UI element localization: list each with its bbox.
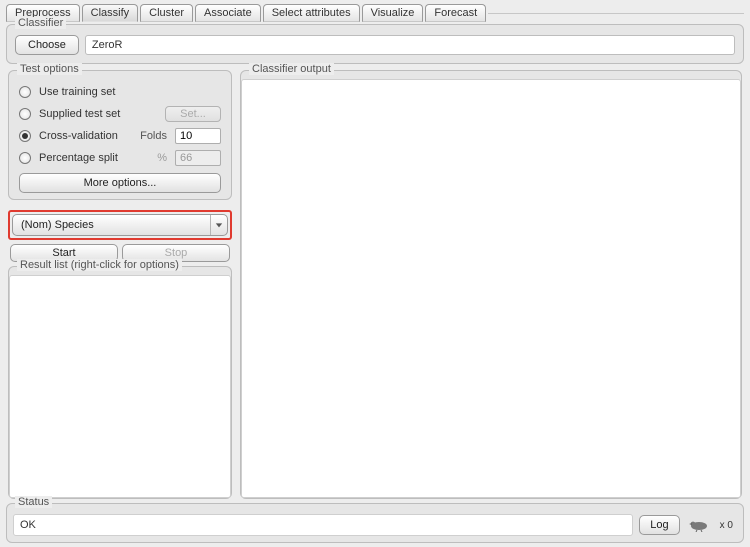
left-column: Test options Use training set Supplied t… bbox=[4, 68, 236, 503]
log-button[interactable]: Log bbox=[639, 515, 679, 535]
weka-bird-icon bbox=[686, 517, 714, 533]
label-use-training: Use training set bbox=[39, 86, 115, 98]
percent-symbol: % bbox=[157, 152, 167, 164]
label-percentage-split: Percentage split bbox=[39, 152, 118, 164]
classifier-section: Classifier Choose ZeroR bbox=[6, 24, 744, 64]
option-use-training-set[interactable]: Use training set bbox=[17, 81, 223, 103]
activity-count: x 0 bbox=[720, 520, 737, 531]
percent-input[interactable] bbox=[175, 150, 221, 166]
label-supplied-test: Supplied test set bbox=[39, 108, 120, 120]
tab-classify[interactable]: Classify bbox=[82, 4, 139, 22]
result-list-label: Result list (right-click for options) bbox=[17, 259, 182, 271]
right-column: Classifier output bbox=[238, 68, 746, 503]
classifier-output-section: Classifier output bbox=[240, 70, 742, 499]
classifier-output-area[interactable] bbox=[241, 79, 741, 498]
radio-supplied-test[interactable] bbox=[19, 108, 31, 120]
option-cross-validation[interactable]: Cross-validation Folds bbox=[17, 125, 223, 147]
folds-label: Folds bbox=[140, 130, 167, 142]
status-text-field: OK bbox=[13, 514, 633, 536]
set-test-file-button[interactable]: Set... bbox=[165, 106, 221, 122]
choose-classifier-button[interactable]: Choose bbox=[15, 35, 79, 55]
tab-visualize[interactable]: Visualize bbox=[362, 4, 424, 22]
tab-cluster[interactable]: Cluster bbox=[140, 4, 193, 22]
status-section: Status OK Log x 0 bbox=[6, 503, 744, 543]
option-supplied-test-set[interactable]: Supplied test set Set... bbox=[17, 103, 223, 125]
result-list-area[interactable] bbox=[9, 275, 231, 498]
weka-classify-panel: Preprocess Classify Cluster Associate Se… bbox=[0, 0, 750, 547]
label-cross-validation: Cross-validation bbox=[39, 130, 118, 142]
tab-associate[interactable]: Associate bbox=[195, 4, 261, 22]
main-area: Test options Use training set Supplied t… bbox=[2, 68, 748, 503]
status-section-label: Status bbox=[15, 496, 52, 508]
chevron-down-icon bbox=[210, 215, 223, 235]
radio-percentage-split[interactable] bbox=[19, 152, 31, 164]
class-attribute-combo[interactable]: (Nom) Species bbox=[12, 214, 228, 236]
classifier-output-label: Classifier output bbox=[249, 63, 334, 75]
class-attribute-highlight: (Nom) Species bbox=[8, 210, 232, 240]
folds-input[interactable] bbox=[175, 128, 221, 144]
option-percentage-split[interactable]: Percentage split % bbox=[17, 147, 223, 169]
classifier-value-field[interactable]: ZeroR bbox=[85, 35, 735, 55]
class-attribute-value: (Nom) Species bbox=[21, 219, 94, 231]
result-list-section: Result list (right-click for options) bbox=[8, 266, 232, 499]
radio-cross-validation[interactable] bbox=[19, 130, 31, 142]
tab-forecast[interactable]: Forecast bbox=[425, 4, 486, 22]
classifier-section-label: Classifier bbox=[15, 17, 66, 29]
tab-select-attributes[interactable]: Select attributes bbox=[263, 4, 360, 22]
more-options-button[interactable]: More options... bbox=[19, 173, 221, 193]
test-options-label: Test options bbox=[17, 63, 82, 75]
test-options-section: Test options Use training set Supplied t… bbox=[8, 70, 232, 200]
radio-use-training[interactable] bbox=[19, 86, 31, 98]
tabs-row: Preprocess Classify Cluster Associate Se… bbox=[2, 0, 748, 22]
